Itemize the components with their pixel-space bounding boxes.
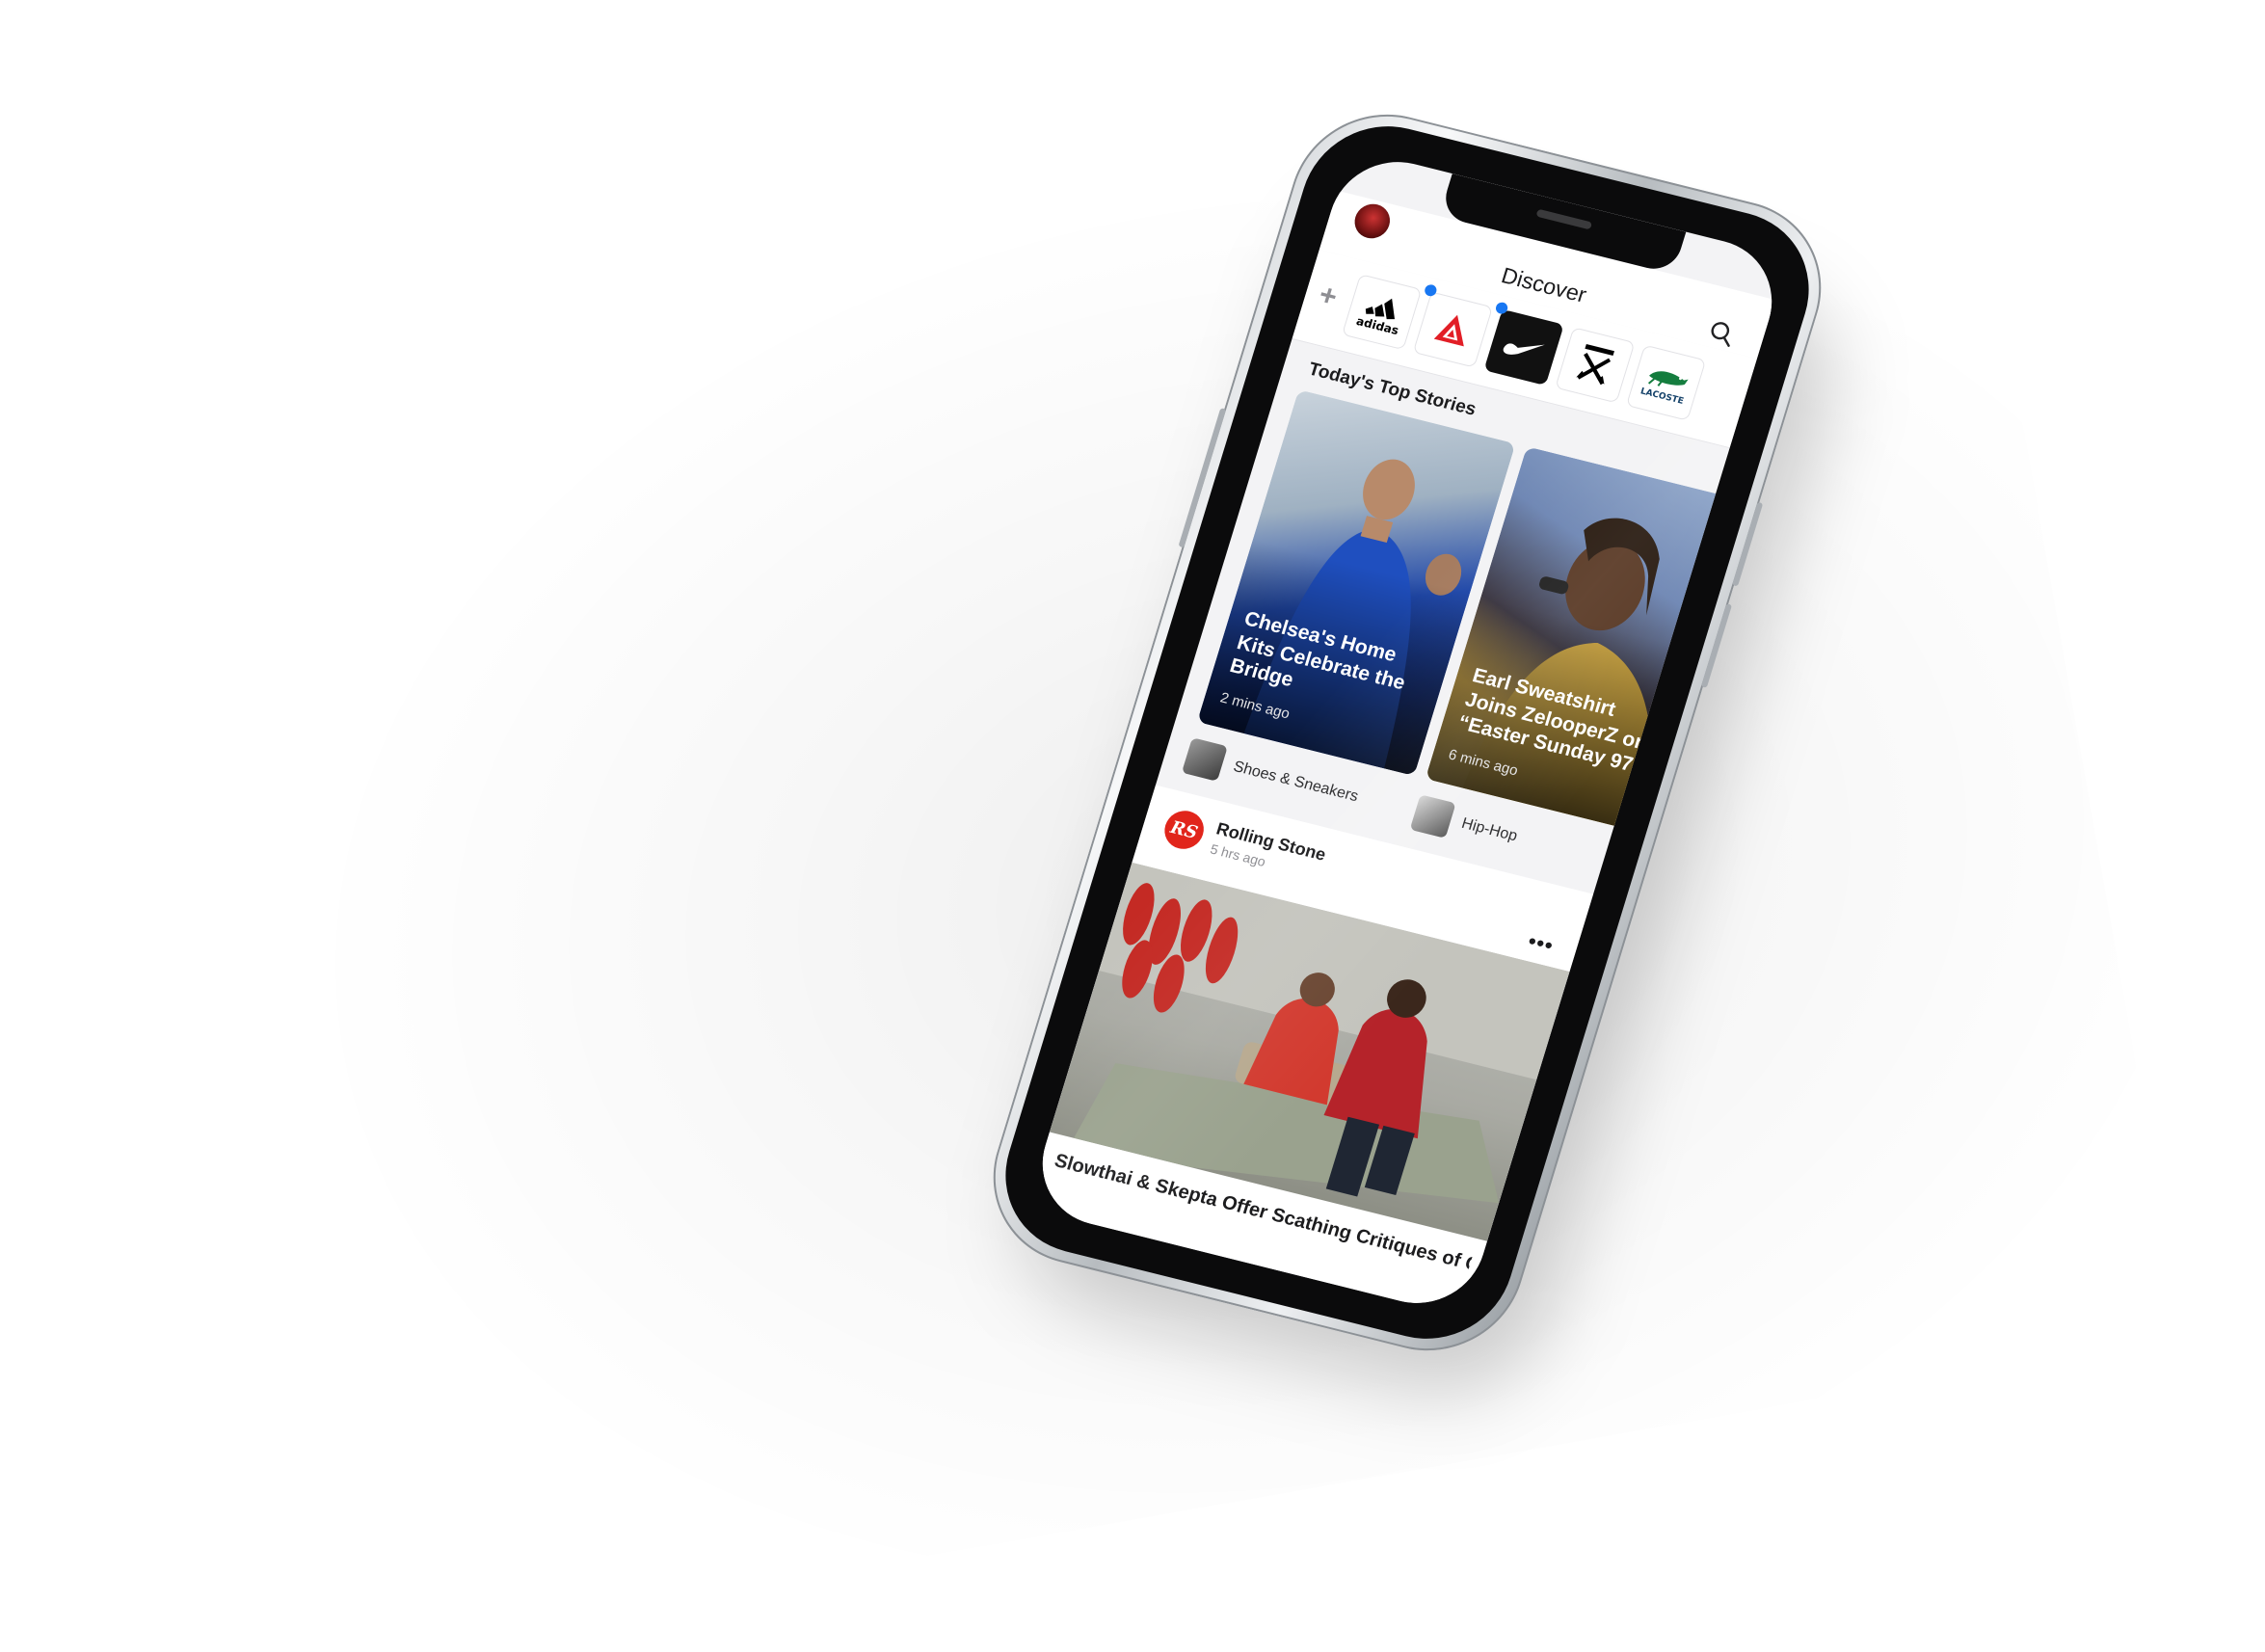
reebok-logo-icon: [1433, 314, 1464, 347]
app-screen: Discover + adidas LACOSTE Today's Top St…: [1026, 147, 1789, 1318]
brand-lacoste[interactable]: LACOSTE: [1625, 344, 1707, 421]
category-label: Hip-Hop: [1459, 814, 1520, 845]
adidas-logo-icon: adidas: [1355, 298, 1400, 337]
nike-logo-icon: [1503, 343, 1545, 355]
add-brand-button[interactable]: +: [1315, 279, 1342, 314]
brand-reebok[interactable]: [1412, 283, 1494, 368]
phone-mockup: Discover + adidas LACOSTE Today's Top St…: [970, 94, 1859, 1417]
lacoste-logo-icon: LACOSTE: [1639, 371, 1689, 407]
category-thumbnail: [1181, 737, 1228, 782]
category-thumbnail: [1409, 794, 1456, 839]
rolling-stone-logo-icon[interactable]: RS: [1159, 807, 1209, 854]
new-content-badge: [1423, 283, 1438, 298]
brand-off-white[interactable]: [1555, 327, 1636, 404]
brand-adidas[interactable]: adidas: [1341, 274, 1423, 351]
speaker-grille: [1535, 208, 1593, 230]
more-options-button[interactable]: •••: [1525, 928, 1558, 958]
category-label: Shoes & Sneakers: [1231, 758, 1361, 806]
brand-nike[interactable]: [1483, 301, 1564, 386]
new-content-badge: [1494, 301, 1509, 315]
off-white-logo-icon: [1576, 343, 1614, 386]
feed-post[interactable]: RS Rolling Stone 5 hrs ago ••• Slowthai …: [1026, 785, 1594, 1318]
story-category-2[interactable]: Hip-Hop: [1409, 793, 1522, 856]
lacoste-label: LACOSTE: [1639, 386, 1685, 407]
